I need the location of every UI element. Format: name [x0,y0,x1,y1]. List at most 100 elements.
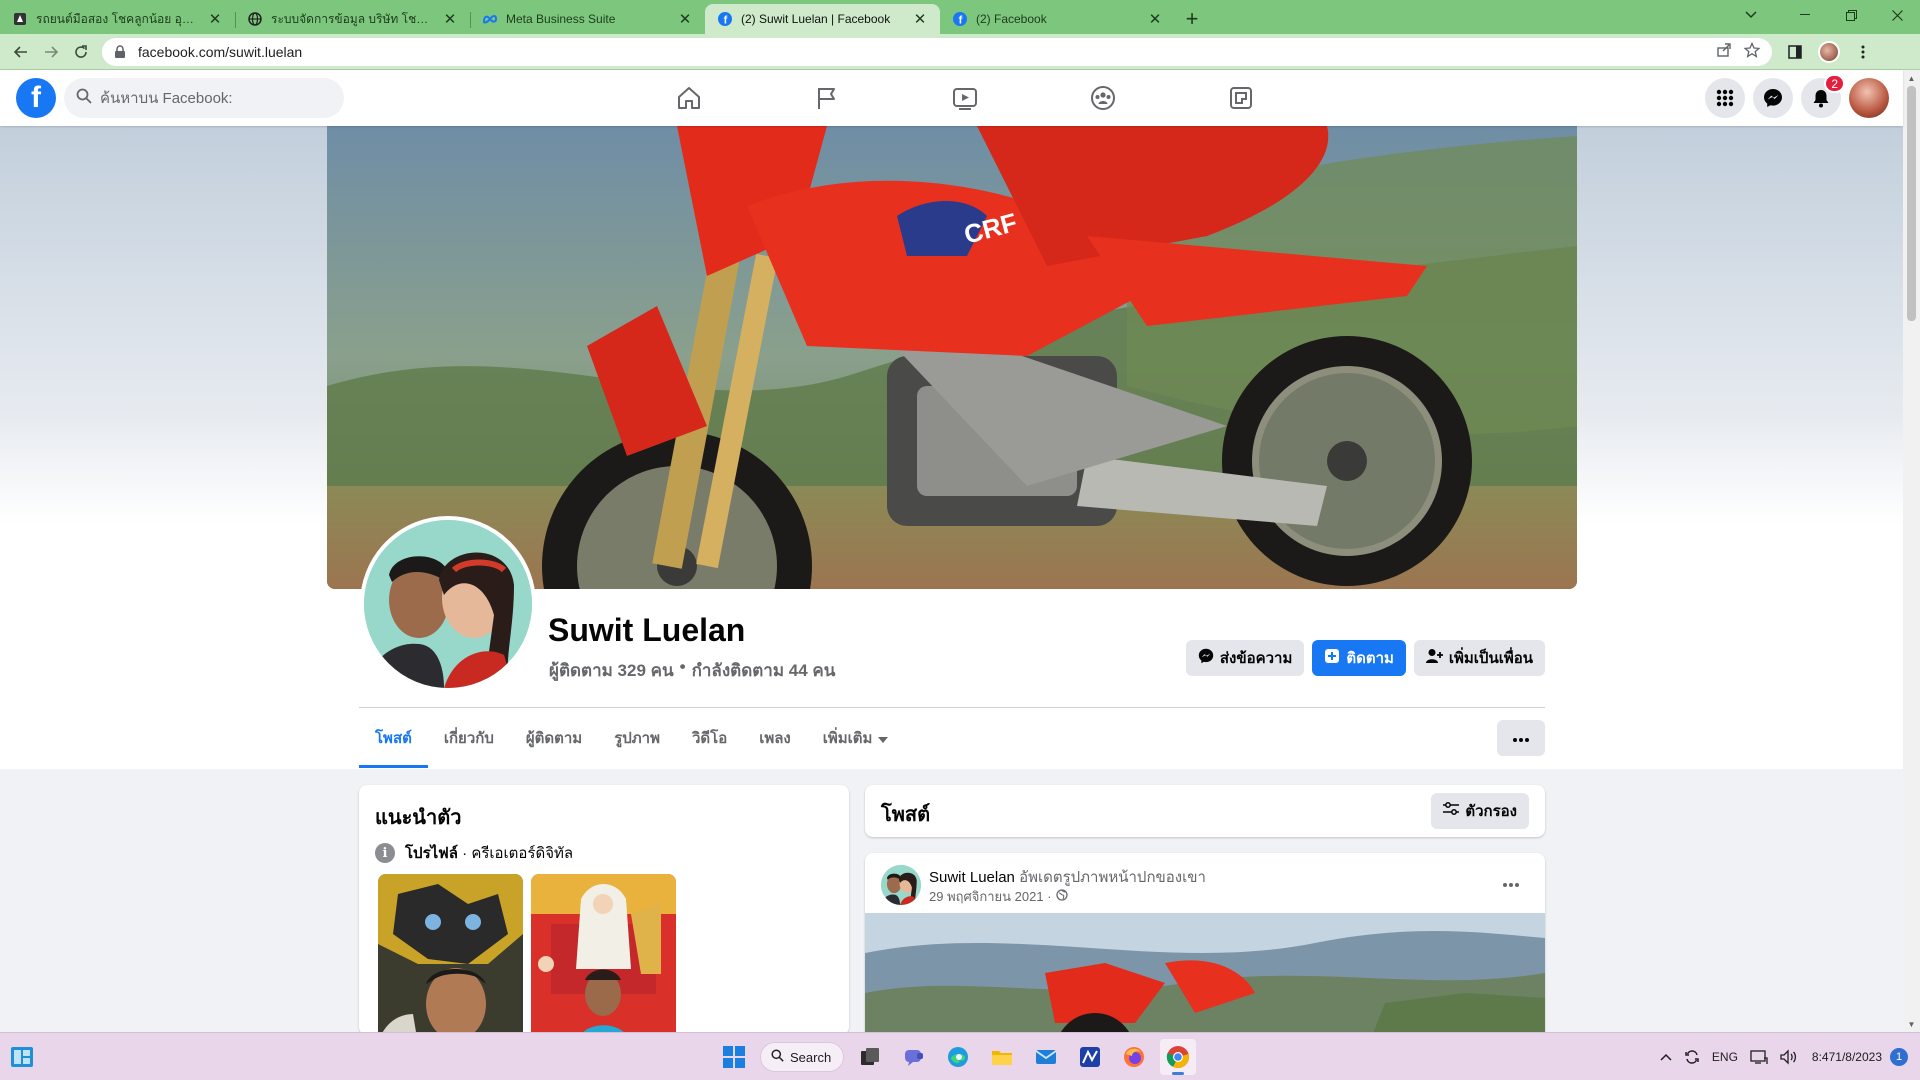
tab-followers[interactable]: ผู้ติดตาม [510,708,598,768]
gaming-icon[interactable] [1172,70,1310,126]
scroll-up-icon[interactable]: ▲ [1903,70,1920,86]
followers-count-link[interactable]: ผู้ติดตาม 329 คน [549,657,674,684]
show-hidden-icons-chevron-icon[interactable] [1654,1033,1678,1080]
lock-icon[interactable] [114,44,128,59]
browser-tab[interactable]: Meta Business Suite ✕ [470,4,705,34]
minimize-icon[interactable] [1782,0,1828,30]
message-button[interactable]: ส่งข้อความ [1185,640,1305,676]
kebab-menu-icon[interactable] [1848,37,1878,67]
profile-avatar-icon[interactable] [1814,37,1844,67]
close-tab-icon[interactable]: ✕ [912,10,928,28]
volume-speaker-icon[interactable] [1774,1033,1804,1080]
input-language[interactable]: ENG [1706,1033,1744,1080]
window-controls [1782,0,1920,30]
task-view-icon[interactable] [852,1039,888,1075]
network-icon[interactable] [1744,1033,1774,1080]
close-tab-icon[interactable]: ✕ [1147,10,1163,28]
pages-flag-icon[interactable] [758,70,896,126]
firefox-icon[interactable] [1116,1039,1152,1075]
file-explorer-icon[interactable] [984,1039,1020,1075]
start-windows-icon[interactable] [716,1039,752,1075]
filter-button[interactable]: ตัวกรอง [1431,793,1529,829]
cover-photo[interactable]: CRF [327,126,1577,589]
tab-videos[interactable]: วิดีโอ [676,708,743,768]
home-icon[interactable] [620,70,758,126]
back-icon[interactable] [6,37,36,67]
close-tab-icon[interactable]: ✕ [677,10,693,28]
search-icon [771,1049,784,1065]
widgets-icon[interactable] [10,1045,34,1069]
post-author-avatar[interactable] [881,865,921,905]
reload-icon[interactable] [66,37,96,67]
groups-icon[interactable] [1034,70,1172,126]
tab-posts[interactable]: โพสต์ [359,708,428,768]
intro-title: แนะนำตัว [375,807,462,829]
search-input[interactable] [100,89,320,107]
featured-photo[interactable] [531,874,676,1035]
following-count-link[interactable]: กำลังติดตาม 44 คน [692,657,836,684]
restore-icon[interactable] [1828,0,1874,30]
close-tab-icon[interactable]: ✕ [442,10,458,28]
tab-music[interactable]: เพลง [743,708,807,768]
browser-tab-active[interactable]: f (2) Suwit Luelan | Facebook ✕ [705,4,940,34]
notifications-bell-icon[interactable]: 2 [1801,74,1845,118]
profile-tabs: โพสต์ เกี่ยวกับ ผู้ติดตาม รูปภาพ วิดีโอ … [359,708,904,768]
share-icon[interactable] [1716,42,1732,61]
follow-stats: ผู้ติดตาม 329 คน • กำลังติดตาม 44 คน [549,657,835,684]
dot-separator: • [679,657,686,676]
follow-button[interactable]: ติดตาม [1312,640,1406,676]
browser-tab[interactable]: ระบบจัดการข้อมูล บริษัท โชคลูกน้อย จำกัด… [235,4,470,34]
meta-icon [482,11,498,27]
add-friend-button-label: เพิ่มเป็นเพื่อน [1448,650,1533,667]
page-scrollbar[interactable]: ▲ ▼ [1903,70,1920,1032]
bookmark-star-icon[interactable] [1743,41,1761,61]
featured-photo[interactable] [378,874,523,1035]
add-friend-button[interactable]: เพิ่มเป็นเพื่อน [1413,640,1545,676]
more-options-button[interactable] [1497,720,1545,756]
mail-icon[interactable] [1028,1039,1064,1075]
post-author-name[interactable]: Suwit Luelan [929,869,1015,886]
follow-icon [1324,648,1340,668]
search-icon [76,88,92,109]
scroll-down-icon[interactable]: ▼ [1903,1016,1920,1032]
messenger-icon[interactable] [1753,78,1793,118]
facebook-search[interactable] [64,78,344,118]
tab-more-label: เพิ่มเติม [822,730,873,747]
post-date[interactable]: 29 พฤศจิกายน 2021 · [929,886,1052,907]
edge-browser-icon[interactable] [940,1039,976,1075]
sync-icon[interactable] [1678,1033,1706,1080]
menu-grid-icon[interactable] [1705,78,1745,118]
tab-title: (2) Suwit Luelan | Facebook [741,12,891,26]
facebook-logo-icon[interactable]: f [16,78,56,118]
new-tab-button[interactable]: + [1175,4,1209,34]
browser-tab[interactable]: f (2) Facebook ✕ [940,4,1175,34]
notification-center-badge[interactable]: 1 [1890,1048,1908,1066]
side-panel-icon[interactable] [1780,37,1810,67]
tab-search-icon[interactable] [1732,0,1770,30]
forward-icon[interactable] [36,37,66,67]
close-tab-icon[interactable]: ✕ [207,10,223,28]
notification-badge: 2 [1824,74,1845,93]
tab-about[interactable]: เกี่ยวกับ [428,708,510,768]
chrome-icon[interactable] [1160,1039,1196,1075]
profile-picture[interactable] [360,516,536,692]
tab-more[interactable]: เพิ่มเติม [807,708,905,768]
tab-photos[interactable]: รูปภาพ [598,708,676,768]
svg-text:f: f [724,15,728,27]
close-window-icon[interactable] [1874,0,1920,30]
browser-tab[interactable]: รถยนต์มือสอง โชคลูกน้อย อุดรธานี ✕ [0,4,235,34]
posts-header-card: โพสต์ ตัวกรอง [865,785,1545,837]
teams-chat-icon[interactable] [896,1039,932,1075]
filter-button-label: ตัวกรอง [1465,803,1517,820]
browser-toolbar: facebook.com/suwit.luelan [0,34,1920,70]
post-options-button[interactable] [1493,865,1529,901]
productivity-app-icon[interactable] [1072,1039,1108,1075]
globe-privacy-icon[interactable] [1055,889,1068,904]
scrollbar-thumb[interactable] [1907,86,1916,321]
account-avatar[interactable] [1849,78,1889,118]
clock[interactable]: 8:47 1/8/2023 [1804,1033,1890,1080]
clock-time: 8:47 [1811,1050,1836,1064]
taskbar-search[interactable]: Search [760,1042,844,1072]
address-bar[interactable]: facebook.com/suwit.luelan [102,37,1772,66]
watch-video-icon[interactable] [896,70,1034,126]
